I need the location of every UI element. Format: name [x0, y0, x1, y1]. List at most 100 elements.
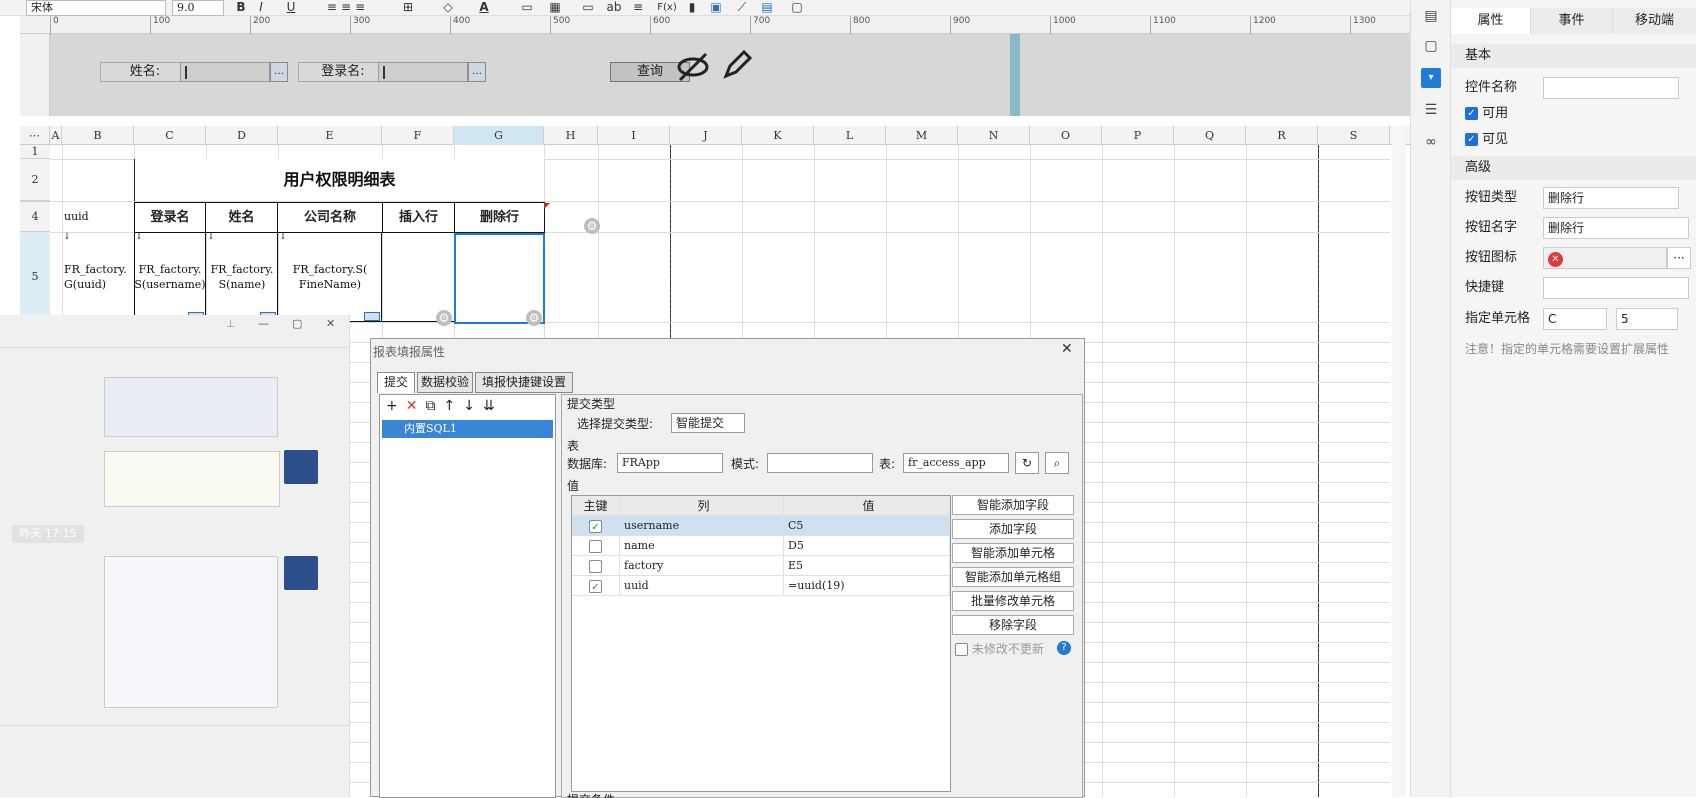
search-table-icon[interactable]: ⌕ — [1045, 452, 1069, 474]
cell-f5[interactable] — [382, 232, 454, 322]
image-icon[interactable]: ▣ — [708, 0, 724, 15]
underline-button[interactable]: U — [284, 0, 298, 15]
add-icon[interactable]: + — [386, 398, 406, 414]
font-select[interactable]: 宋体 — [26, 0, 166, 16]
copy-icon[interactable]: ⧉ — [425, 398, 443, 414]
move-up-icon[interactable]: ↑ — [443, 398, 463, 414]
gear-icon[interactable]: ⚙ — [526, 310, 542, 326]
column-header[interactable]: L — [814, 126, 886, 145]
name-param-input[interactable] — [180, 62, 270, 82]
database-select[interactable]: FRApp — [617, 453, 723, 473]
edit-icon[interactable] — [722, 48, 754, 80]
button-icon-more[interactable]: ··· — [1667, 247, 1691, 269]
align-icons[interactable]: ≡≡≡ — [318, 0, 378, 15]
cell-b5[interactable]: FR_factory. G(uuid) — [62, 262, 134, 292]
sort-icon[interactable]: ⇊ — [483, 398, 503, 414]
maximize-icon[interactable]: ▢ — [292, 317, 306, 330]
primary-key-checkbox[interactable] — [589, 539, 602, 553]
enabled-checkbox[interactable]: ✓ — [1465, 107, 1478, 120]
layer-icon[interactable]: ☰ — [1421, 100, 1441, 120]
login-param-button[interactable]: … — [468, 62, 486, 82]
col-header-value[interactable]: 值 — [784, 496, 950, 516]
chat-image-thumb[interactable] — [104, 451, 280, 507]
smart-add-cell-group-button[interactable]: 智能添加单元格组 — [952, 567, 1074, 587]
tab-mobile[interactable]: 移动端 — [1613, 8, 1696, 34]
header-delete-row[interactable]: 删除行 — [454, 202, 545, 233]
column-cell[interactable]: factory — [620, 556, 784, 576]
remove-field-button[interactable]: 移除字段 — [952, 615, 1074, 635]
cell-c5[interactable]: FR_factory. S(username) — [134, 262, 206, 292]
refresh-icon[interactable]: ↻ — [1015, 452, 1039, 474]
select-all-corner[interactable]: ⋯ — [20, 126, 50, 145]
column-cell[interactable]: uuid — [620, 576, 784, 596]
value-cell[interactable]: C5 — [784, 516, 950, 536]
textfield-icon[interactable]: ▭ — [580, 0, 596, 15]
widget-settings-icon[interactable]: ▾ — [1421, 68, 1441, 88]
column-header[interactable]: F — [382, 126, 454, 145]
visible-checkbox-row[interactable]: ✓ 可见 — [1465, 128, 1508, 152]
col-header-key[interactable]: 主键 — [572, 496, 620, 516]
chat-screenshot-thumb[interactable] — [104, 556, 278, 708]
table-select[interactable]: fr_access_app — [903, 453, 1009, 473]
tab-properties[interactable]: 属性 — [1451, 8, 1531, 34]
column-header[interactable]: S — [1318, 126, 1390, 145]
col-header-column[interactable]: 列 — [620, 496, 784, 516]
section-basic[interactable]: 基本 — [1451, 44, 1696, 68]
column-header[interactable]: B — [62, 126, 134, 145]
cell-e5[interactable]: FR_factory.S( FineName) — [278, 262, 382, 292]
column-cell[interactable]: name — [620, 536, 784, 556]
tab-data-validation[interactable]: 数据校验 — [417, 372, 473, 393]
help-icon[interactable]: ? — [1057, 641, 1071, 655]
row-header-selected[interactable]: 5 — [20, 232, 50, 322]
header-login[interactable]: 登录名 — [134, 202, 206, 233]
header-insert-row[interactable]: 插入行 — [382, 202, 455, 233]
link-icon[interactable]: ∞ — [1421, 132, 1441, 152]
mode-select[interactable] — [767, 453, 873, 473]
merge-icon[interactable]: ▭ — [520, 0, 534, 15]
primary-key-checkbox[interactable]: ✓ — [589, 579, 602, 593]
column-header[interactable]: J — [670, 126, 742, 145]
control-name-input[interactable] — [1543, 77, 1679, 99]
minimize-icon[interactable]: — — [258, 317, 272, 330]
row-header[interactable]: 1 — [20, 145, 50, 159]
chart-icon[interactable]: ▮ — [684, 0, 700, 15]
column-header[interactable]: A — [50, 126, 62, 145]
table-row[interactable]: ✓ username C5 — [572, 516, 950, 536]
column-header[interactable]: K — [742, 126, 814, 145]
header-name[interactable]: 姓名 — [205, 202, 278, 233]
column-header[interactable]: R — [1246, 126, 1318, 145]
fill-icon[interactable]: ◇ — [436, 0, 460, 15]
table-row[interactable]: name D5 — [572, 536, 950, 556]
value-cell[interactable]: =uuid(19) — [784, 576, 950, 596]
table-row[interactable]: factory E5 — [572, 556, 950, 576]
column-header[interactable]: M — [886, 126, 958, 145]
enabled-checkbox-row[interactable]: ✓ 可用 — [1465, 102, 1508, 126]
delete-icon[interactable]: ✕ — [406, 398, 426, 414]
column-header-selected[interactable]: G — [454, 126, 544, 145]
column-header[interactable]: Q — [1174, 126, 1246, 145]
vertical-scrollbar[interactable] — [1392, 126, 1406, 797]
tab-events[interactable]: 事件 — [1531, 8, 1613, 34]
close-icon[interactable]: ✕ — [326, 317, 340, 330]
button-type-select[interactable]: 删除行 — [1543, 187, 1679, 209]
column-header[interactable]: H — [544, 126, 598, 145]
header-company[interactable]: 公司名称 — [277, 202, 383, 233]
formula-button[interactable]: F(x) — [654, 0, 680, 15]
slash-icon[interactable]: ⟋ — [734, 0, 750, 15]
login-param-input[interactable] — [378, 62, 468, 82]
split-icon[interactable]: ▦ — [548, 0, 562, 15]
hide-icon[interactable] — [676, 52, 710, 82]
submit-type-select[interactable]: 智能提交 — [671, 413, 745, 433]
tab-submit[interactable]: 提交 — [377, 372, 415, 393]
add-field-button[interactable]: 添加字段 — [952, 519, 1074, 539]
widget-icon[interactable]: ▢ — [786, 0, 808, 15]
primary-key-checkbox[interactable] — [589, 559, 602, 573]
row-header[interactable]: 2 — [20, 159, 50, 201]
cell-row-input[interactable]: 5 — [1616, 308, 1678, 330]
column-header[interactable]: I — [598, 126, 670, 145]
move-down-icon[interactable]: ↓ — [463, 398, 483, 414]
gear-icon[interactable]: ⚙ — [436, 310, 452, 326]
ab-button[interactable]: ab — [604, 0, 624, 15]
pin-icon[interactable]: ⊥ — [226, 319, 238, 330]
list-item-sql1[interactable]: 内置SQL1 — [382, 420, 553, 438]
